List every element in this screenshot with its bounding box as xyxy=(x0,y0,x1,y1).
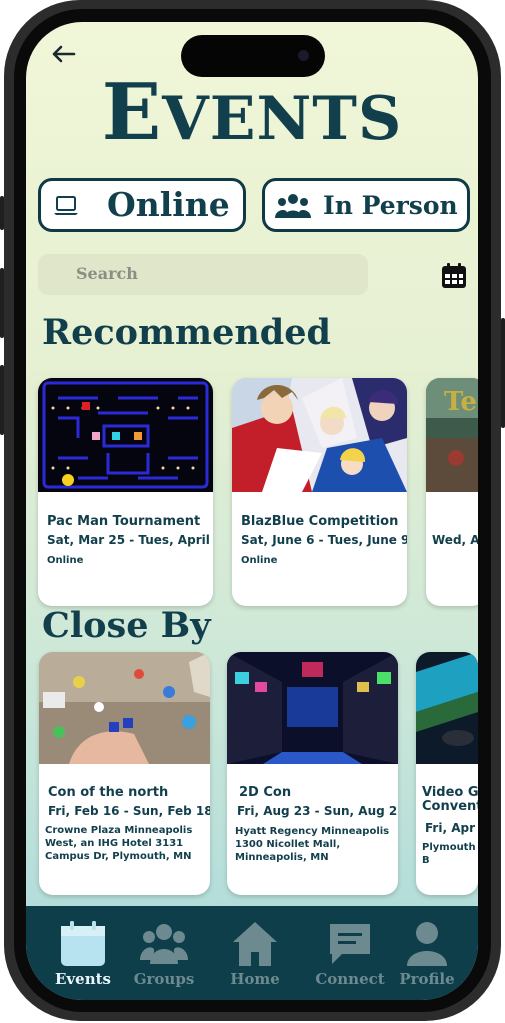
nav-connect[interactable]: Connect xyxy=(310,906,390,1000)
event-date: Sat, Mar 25 - Tues, April 4 xyxy=(47,533,213,547)
terraria-art-image: Te xyxy=(426,378,478,492)
profile-icon xyxy=(407,922,447,966)
gaming-controller-image xyxy=(416,652,478,764)
event-date: Wed, Ap xyxy=(432,533,478,547)
svg-text:Te: Te xyxy=(444,387,477,417)
nav-home-label: Home xyxy=(230,970,280,988)
arcade-cabinets-image xyxy=(227,652,398,764)
event-location: Online xyxy=(47,555,84,566)
event-title: BlazBlue Competition xyxy=(241,514,399,529)
power-button xyxy=(501,318,505,428)
page-title-rest: VENTS xyxy=(162,84,403,154)
event-location: Plymouth B xyxy=(422,842,476,866)
event-date: Fri, Apr 1 xyxy=(425,821,478,835)
groups-icon xyxy=(140,924,188,964)
anime-characters-image xyxy=(232,378,407,492)
event-card[interactable]: BlazBlue Competition Sat, June 6 - Tues,… xyxy=(232,378,407,606)
event-card[interactable]: 2D Con Fri, Aug 23 - Sun, Aug 25 Hyatt R… xyxy=(227,652,398,895)
pacman-maze-image xyxy=(38,378,213,492)
event-card[interactable]: Con of the north Fri, Feb 16 - Sun, Feb … xyxy=(39,652,210,895)
home-icon xyxy=(233,922,277,966)
action-button xyxy=(0,196,4,230)
event-date: Fri, Aug 23 - Sun, Aug 25 xyxy=(237,804,398,818)
nav-events[interactable]: Events xyxy=(43,906,123,1000)
tab-online-label: Online xyxy=(107,185,230,224)
event-location: Crowne Plaza Minneapolis West, an IHG Ho… xyxy=(45,825,193,862)
event-title: Pac Man Tournament xyxy=(47,514,201,529)
page-title-initial: E xyxy=(101,67,163,158)
nav-events-label: Events xyxy=(55,970,111,988)
event-title: Con of the north xyxy=(48,785,169,800)
calendar-icon xyxy=(61,921,105,966)
event-location: Online xyxy=(241,555,278,566)
search-input[interactable]: Search xyxy=(38,254,368,295)
board-game-dice-image xyxy=(39,652,210,764)
event-card[interactable]: Video Gam Conventio Fri, Apr 1 Plymouth … xyxy=(416,652,478,895)
event-location: Hyatt Regency Minneapolis 1300 Nicollet … xyxy=(235,826,390,863)
calendar-filter-icon[interactable] xyxy=(440,262,468,290)
event-date: Fri, Feb 16 - Sun, Feb 18 xyxy=(48,804,210,818)
tab-online[interactable]: Online xyxy=(38,178,246,232)
tab-in-person[interactable]: In Person xyxy=(262,178,470,232)
page-title: EVENTS xyxy=(26,58,478,174)
nav-connect-label: Connect xyxy=(315,970,385,988)
section-close-by: Close By xyxy=(42,605,211,646)
volume-down-button xyxy=(0,365,4,435)
laptop-icon xyxy=(54,196,78,215)
bottom-navigation: Events Groups Home Connect Profile xyxy=(26,906,478,1000)
chat-icon xyxy=(330,924,370,964)
search-placeholder: Search xyxy=(76,264,138,283)
nav-groups[interactable]: Groups xyxy=(124,906,204,1000)
volume-up-button xyxy=(0,268,4,338)
app-screen: EVENTS Online In Person Search Recommend… xyxy=(26,22,478,1000)
event-card[interactable]: Te Wed, Ap xyxy=(426,378,478,606)
section-recommended: Recommended xyxy=(42,312,332,353)
event-title: Video Gam Conventio xyxy=(422,785,478,814)
tab-in-person-label: In Person xyxy=(323,191,458,220)
event-card[interactable]: Pac Man Tournament Sat, Mar 25 - Tues, A… xyxy=(38,378,213,606)
people-icon xyxy=(275,194,311,218)
event-date: Sat, June 6 - Tues, June 9 xyxy=(241,533,407,547)
nav-home[interactable]: Home xyxy=(215,906,295,1000)
nav-profile[interactable]: Profile xyxy=(387,906,467,1000)
event-title: 2D Con xyxy=(239,785,292,800)
nav-groups-label: Groups xyxy=(133,970,195,988)
nav-profile-label: Profile xyxy=(399,970,455,988)
